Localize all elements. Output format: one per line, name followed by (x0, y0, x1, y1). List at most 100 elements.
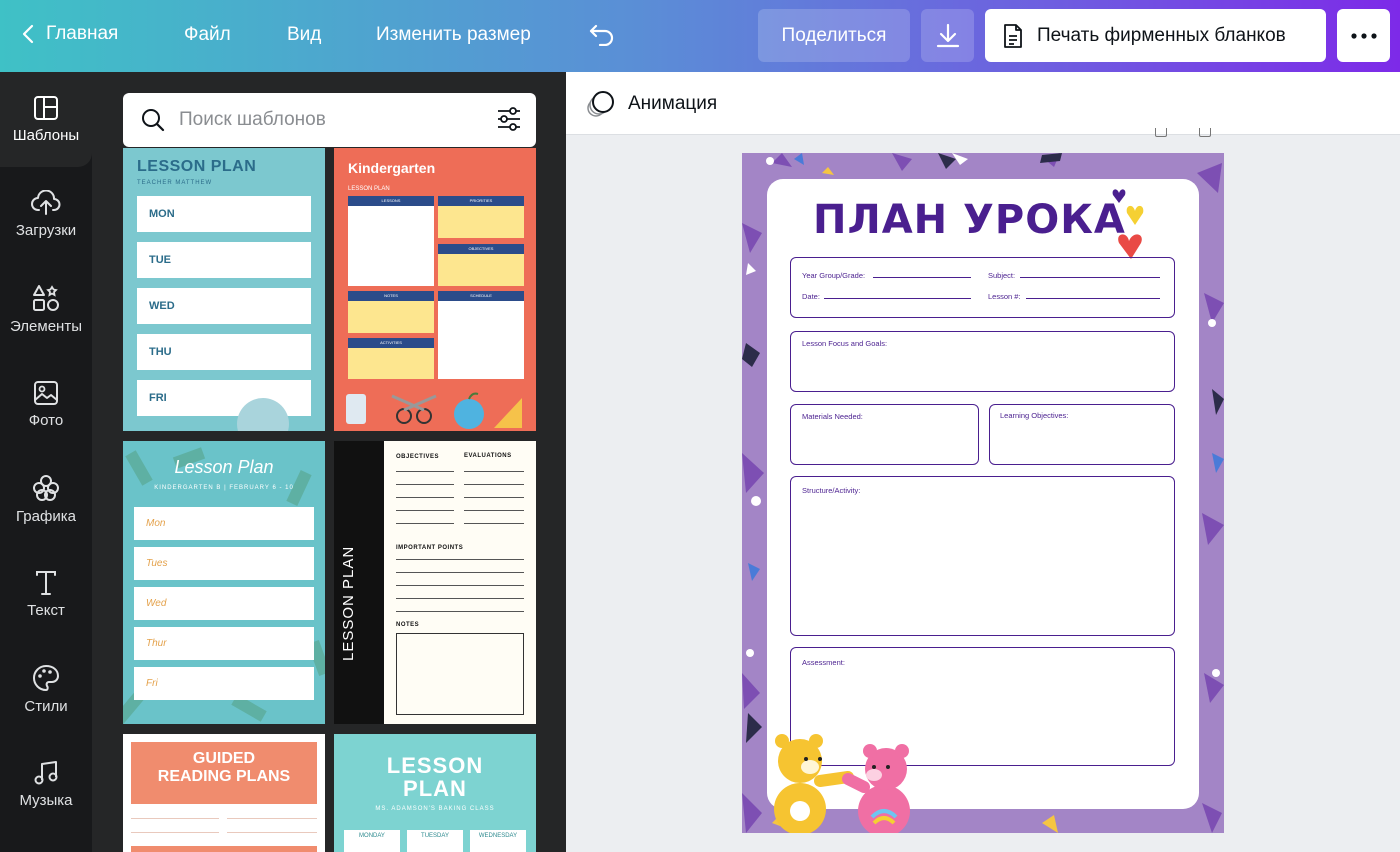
thumb-line (131, 832, 219, 833)
left-rail: Шаблоны Загрузки Элементы Фото Графика Т… (0, 72, 92, 852)
template-thumbnail[interactable]: LESSON PLAN OBJECTIVES EVALUATIONS IMPOR… (334, 441, 536, 724)
animation-label: Анимация (628, 93, 718, 114)
thumb-subtitle: KINDERGARTEN B | FEBRUARY 6 - 10 (154, 485, 294, 491)
templates-panel: LESSON PLAN TEACHER MATTHEW MON TUE WED … (92, 72, 566, 852)
thumb-line (396, 611, 524, 612)
thumb-head: OBJECTIVES (438, 244, 524, 254)
rail-label: Фото (28, 412, 64, 429)
date-field[interactable] (824, 298, 971, 299)
design-page[interactable]: ПЛАН УРОКА Year Group/Grade: Subject: Da… (742, 153, 1224, 833)
chevron-left-icon (22, 24, 34, 44)
templates-icon (34, 96, 58, 120)
thumb-label: EVALUATIONS (464, 453, 512, 459)
page-lock-icon[interactable] (1155, 128, 1167, 137)
bears-illustration (774, 734, 910, 833)
rail-label: Загрузки (15, 222, 77, 239)
resize-menu[interactable]: Изменить размер (376, 24, 531, 46)
more-button[interactable] (1337, 9, 1390, 62)
subject-field[interactable] (1020, 277, 1160, 278)
thumb-line (396, 572, 524, 573)
template-thumbnail[interactable]: LESSON PLAN MS. ADAMSON'S BAKING CLASS M… (334, 734, 536, 852)
template-thumbnail[interactable]: LESSON PLAN TEACHER MATTHEW MON TUE WED … (123, 148, 325, 431)
thumb-title-line: LESSON (386, 753, 484, 778)
thumb-title: LESSON PLAN (334, 754, 536, 800)
year-group-label: Year Group/Grade: (802, 271, 866, 280)
thumb-band (131, 846, 317, 852)
view-menu[interactable]: Вид (287, 24, 321, 46)
rail-item-text[interactable]: Текст (0, 547, 92, 642)
thumb-column: WEDNESDAY (470, 830, 526, 852)
lesson-plan-sheet[interactable]: ПЛАН УРОКА Year Group/Grade: Subject: Da… (767, 179, 1199, 809)
page-copy-icon[interactable] (1199, 128, 1211, 137)
focus-goals-label: Lesson Focus and Goals: (802, 339, 888, 348)
print-letterhead-button[interactable]: Печать фирменных бланков (985, 9, 1326, 62)
template-thumbnail[interactable]: Lesson Plan KINDERGARTEN B | FEBRUARY 6 … (123, 441, 325, 724)
music-icon (34, 761, 58, 785)
thumb-subtitle: LESSON PLAN (348, 186, 390, 192)
thumb-box (348, 196, 434, 286)
thumb-line (227, 832, 317, 833)
download-button[interactable] (921, 9, 974, 62)
thumb-title-line: READING PLANS (157, 768, 291, 785)
undo-icon (589, 24, 614, 46)
rail-item-styles[interactable]: Стили (0, 642, 92, 737)
rail-item-elements[interactable]: Элементы (0, 262, 92, 357)
rail-label: Текст (27, 602, 65, 619)
undo-button[interactable] (588, 22, 616, 46)
thumb-line (464, 484, 524, 485)
subject-label: Subject: (988, 271, 1016, 280)
rail-item-music[interactable]: Музыка (0, 737, 92, 832)
filter-icon[interactable] (496, 106, 522, 132)
home-button[interactable]: Главная (22, 23, 118, 45)
thumb-line (227, 818, 317, 819)
rail-item-photos[interactable]: Фото (0, 357, 92, 452)
thumb-line (396, 585, 524, 586)
template-thumbnail[interactable]: GUIDED READING PLANS (123, 734, 325, 852)
thumb-title: Kindergarten (348, 160, 436, 176)
thumb-row: TUE (137, 242, 311, 278)
thumb-line (396, 497, 454, 498)
rail-label: Графика (16, 508, 76, 525)
thumb-head: SCHEDULE (438, 291, 524, 301)
thumb-title: LESSON PLAN (137, 158, 257, 175)
school-supplies-illustration (346, 392, 522, 429)
home-label: Главная (46, 23, 119, 44)
hearts-decoration (1112, 189, 1144, 259)
thumb-line (396, 471, 454, 472)
thumb-column: TUESDAY (407, 830, 463, 852)
upload-icon (31, 190, 61, 215)
rail-item-templates[interactable]: Шаблоны (0, 72, 92, 167)
print-label: Печать фирменных бланков (1037, 24, 1286, 46)
header-fields-box (790, 257, 1175, 318)
search-input[interactable] (179, 109, 479, 131)
objectives-label: Learning Objectives: (1000, 411, 1069, 420)
thumb-column: MONDAY (344, 830, 400, 852)
thumb-head: NOTES (348, 291, 434, 301)
thumb-line (396, 598, 524, 599)
thumb-row: THU (137, 334, 311, 370)
lesson-number-field[interactable] (1026, 298, 1160, 299)
template-thumbnail[interactable]: Kindergarten LESSON PLAN LESSONS PRIORIT… (334, 148, 536, 431)
thumb-line (396, 559, 524, 560)
structure-label: Structure/Activity: (802, 486, 861, 495)
file-menu[interactable]: Файл (184, 24, 231, 46)
document-title[interactable]: ПЛАН УРОКА (813, 197, 1126, 243)
thumb-notes-box (396, 633, 524, 715)
rail-item-graphics[interactable]: Графика (0, 452, 92, 547)
animation-button[interactable]: Анимация (586, 90, 717, 118)
thumb-head: LESSONS (348, 196, 434, 206)
palette-icon (33, 664, 60, 692)
download-icon (936, 23, 959, 47)
year-group-field[interactable] (873, 277, 971, 278)
thumb-row: Tues (134, 547, 314, 580)
rail-item-uploads[interactable]: Загрузки (0, 167, 92, 262)
thumb-line (131, 818, 219, 819)
thumb-label: NOTES (396, 622, 420, 628)
structure-box[interactable] (790, 476, 1175, 636)
rail-label: Музыка (19, 792, 73, 809)
share-button[interactable]: Поделиться (758, 9, 910, 62)
thumb-vertical-title: LESSON PLAN (340, 545, 357, 661)
thumb-line (396, 523, 454, 524)
search-icon (142, 109, 165, 132)
rail-label: Элементы (10, 318, 82, 335)
